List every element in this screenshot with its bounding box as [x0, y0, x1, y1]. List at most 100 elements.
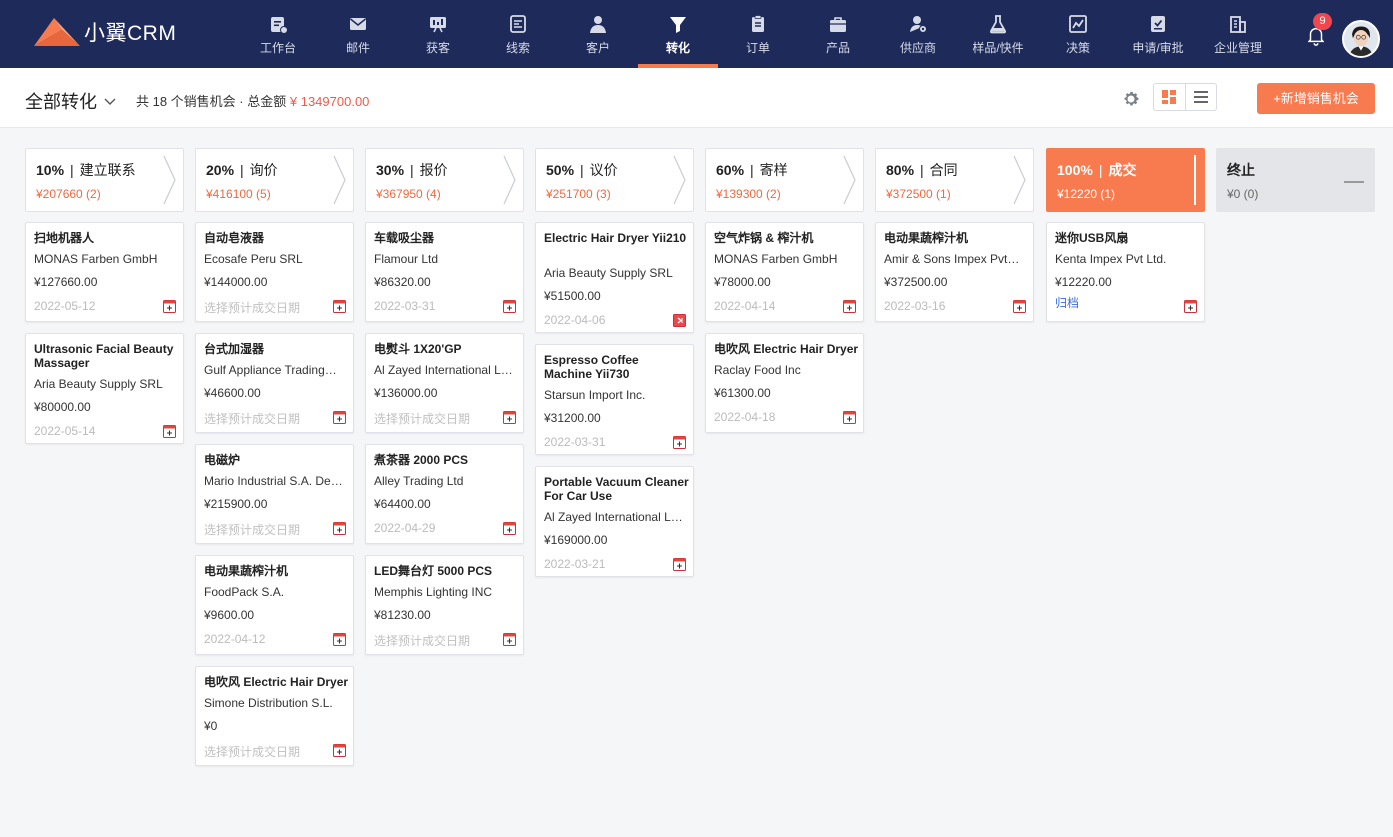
- stage-percent: 100%: [1057, 162, 1093, 178]
- stage-header[interactable]: 10% | 建立联系 ¥207660 (2): [25, 148, 184, 212]
- opportunity-card[interactable]: 电动果蔬榨汁机 Amir & Sons Impex Pvt… ¥372500.00 2…: [875, 222, 1034, 322]
- add-opportunity-button[interactable]: +新增销售机会: [1257, 83, 1375, 114]
- acquire-icon: [428, 14, 448, 34]
- logo[interactable]: 小翼CRM: [32, 14, 176, 50]
- calendar-add-icon[interactable]: [503, 300, 516, 313]
- stage-total: ¥139300 (2): [716, 187, 781, 201]
- calendar-add-icon[interactable]: [843, 411, 856, 424]
- calendar-add-icon[interactable]: [843, 300, 856, 313]
- mail-icon: [348, 14, 368, 34]
- nav-item-product[interactable]: 产品: [798, 0, 878, 68]
- stage-header[interactable]: 60% | 寄样 ¥139300 (2): [705, 148, 864, 212]
- calendar-add-icon[interactable]: [503, 522, 516, 535]
- card-close-date: 2022-04-29: [374, 521, 436, 535]
- opportunity-card[interactable]: LED舞台灯 5000 PCS Memphis Lighting INC ¥8123…: [365, 555, 524, 655]
- list-view-icon[interactable]: [1184, 84, 1216, 110]
- calendar-add-icon[interactable]: [673, 436, 686, 449]
- stage-header[interactable]: 30% | 报价 ¥367950 (4): [365, 148, 524, 212]
- opportunity-card[interactable]: 车载吸尘器 Flamour Ltd ¥86320.00 2022-03-31: [365, 222, 524, 322]
- card-title: 煮茶器 2000 PCS: [374, 453, 469, 467]
- calendar-add-icon[interactable]: [503, 411, 516, 424]
- opportunity-card[interactable]: 电熨斗 1X20'GP Al Zayed International LLC ¥13…: [365, 333, 524, 433]
- opportunity-card[interactable]: 电磁炉 Mario Industrial S.A. De… ¥215900.00 选择…: [195, 444, 354, 544]
- nav-item-workbench[interactable]: 工作台: [238, 0, 318, 68]
- calendar-add-icon[interactable]: [333, 633, 346, 646]
- opportunity-card[interactable]: 迷你USB风扇 Kenta Impex Pvt Ltd. ¥12220.00 归档: [1046, 222, 1205, 322]
- opportunity-card[interactable]: 煮茶器 2000 PCS Alley Trading Ltd ¥64400.00 20…: [365, 444, 524, 544]
- card-company: Gulf Appliance Trading…: [204, 363, 337, 377]
- card-title: 扫地机器人: [34, 231, 95, 245]
- card-close-date[interactable]: 选择预计成交日期: [204, 299, 300, 316]
- nav-item-customer[interactable]: 客户: [558, 0, 638, 68]
- stage-header[interactable]: 50% | 议价 ¥251700 (3): [535, 148, 694, 212]
- opportunity-card[interactable]: 扫地机器人 MONAS Farben GmbH ¥127660.00 2022-05-…: [25, 222, 184, 322]
- kanban-view-icon[interactable]: [1154, 84, 1185, 110]
- opportunity-card[interactable]: 电吹风 Electric Hair Dryer Raclay Food Inc ¥6…: [705, 333, 864, 433]
- calendar-add-icon[interactable]: [333, 744, 346, 757]
- opportunity-card[interactable]: Ultrasonic Facial Beauty Massager Aria Be…: [25, 333, 184, 444]
- calendar-add-icon[interactable]: [333, 411, 346, 424]
- card-close-date: 2022-05-12: [34, 299, 96, 313]
- nav-item-label: 获客: [425, 41, 450, 55]
- card-title: 电磁炉: [204, 453, 241, 467]
- card-close-date: 2022-04-18: [714, 410, 776, 424]
- opportunity-card[interactable]: Portable Vacuum Cleaner For Car Use Al Za…: [535, 466, 694, 577]
- avatar[interactable]: [1342, 20, 1380, 58]
- gear-icon[interactable]: [1121, 89, 1141, 109]
- nav-item-mail[interactable]: 邮件: [318, 0, 398, 68]
- card-amount: ¥61300.00: [714, 386, 771, 400]
- card-amount: ¥136000.00: [374, 386, 438, 400]
- nav-item-order[interactable]: 订单: [718, 0, 798, 68]
- calendar-add-icon[interactable]: [333, 522, 346, 535]
- stage-name: 寄样: [759, 162, 788, 178]
- calendar-add-icon[interactable]: [503, 633, 516, 646]
- card-amount: ¥81230.00: [374, 608, 431, 622]
- nav-item-acquire[interactable]: 获客: [398, 0, 478, 68]
- nav-item-sample[interactable]: 样品/快件: [958, 0, 1038, 68]
- chevron-right-icon: [1013, 155, 1026, 205]
- nav-item-approval[interactable]: 申请/审批: [1118, 0, 1198, 68]
- view-selector[interactable]: 全部转化: [25, 88, 117, 114]
- nav-item-funnel[interactable]: 转化: [638, 0, 718, 68]
- top-nav-bar: 小翼CRM 工作台 邮件 获客 线索 客户 转化 订单 产品 供应商 样品/快件 决策 申请/审批 企业…: [0, 0, 1393, 68]
- stage-header[interactable]: 80% | 合同 ¥372500 (1): [875, 148, 1034, 212]
- stage-header[interactable]: 100% | 成交 ¥12220 (1): [1046, 148, 1205, 212]
- nav-item-label: 企业管理: [1213, 41, 1262, 55]
- summary-prefix: 共 18 个销售机会 · 总金额: [136, 94, 287, 109]
- archive-link[interactable]: 归档: [1055, 294, 1079, 311]
- opportunity-card[interactable]: 自动皂液器 Ecosafe Peru SRL ¥144000.00 选择预计成交日期: [195, 222, 354, 322]
- nav-item-leads[interactable]: 线索: [478, 0, 558, 68]
- calendar-add-icon[interactable]: [163, 300, 176, 313]
- calendar-add-icon[interactable]: [1013, 300, 1026, 313]
- stage-header[interactable]: 20% | 询价 ¥416100 (5): [195, 148, 354, 212]
- collapse-icon[interactable]: [1344, 181, 1364, 183]
- opportunity-card[interactable]: Electric Hair Dryer Yii210 Aria Beauty Su…: [535, 222, 694, 333]
- opportunity-card[interactable]: 空气炸锅 & 榨汁机 MONAS Farben GmbH ¥78000.00 2022…: [705, 222, 864, 322]
- nav-item-enterprise[interactable]: 企业管理: [1198, 0, 1278, 68]
- card-close-date[interactable]: 选择预计成交日期: [204, 521, 300, 538]
- card-amount: ¥372500.00: [884, 275, 948, 289]
- calendar-add-icon[interactable]: [333, 300, 346, 313]
- card-amount: ¥31200.00: [544, 411, 601, 425]
- opportunity-card[interactable]: Espresso Coffee Machine Yii730 Starsun Im…: [535, 344, 694, 455]
- card-close-date[interactable]: 选择预计成交日期: [204, 410, 300, 427]
- overdue-calendar-icon[interactable]: [673, 314, 686, 327]
- card-close-date[interactable]: 选择预计成交日期: [374, 632, 470, 649]
- card-amount: ¥51500.00: [544, 289, 601, 303]
- card-amount: ¥9600.00: [204, 608, 255, 622]
- nav-item-label: 客户: [585, 41, 610, 55]
- card-company: Ecosafe Peru SRL: [204, 252, 303, 266]
- stage-percent: 80%: [886, 162, 915, 178]
- nav-item-decision[interactable]: 决策: [1038, 0, 1118, 68]
- card-close-date[interactable]: 选择预计成交日期: [374, 410, 470, 427]
- opportunity-card[interactable]: 台式加湿器 Gulf Appliance Trading… ¥46600.00 选择预…: [195, 333, 354, 433]
- stage-header[interactable]: 终止 ¥0 (0): [1216, 148, 1375, 212]
- opportunity-card[interactable]: 电吹风 Electric Hair Dryer Simone Distributi…: [195, 666, 354, 766]
- nav-item-supplier[interactable]: 供应商: [878, 0, 958, 68]
- opportunity-card[interactable]: 电动果蔬榨汁机 FoodPack S.A. ¥9600.00 2022-04-12: [195, 555, 354, 655]
- chevron-down-icon: [104, 98, 116, 105]
- calendar-add-icon[interactable]: [673, 558, 686, 571]
- calendar-add-icon[interactable]: [1184, 300, 1197, 313]
- card-close-date[interactable]: 选择预计成交日期: [204, 743, 300, 760]
- calendar-add-icon[interactable]: [163, 425, 176, 438]
